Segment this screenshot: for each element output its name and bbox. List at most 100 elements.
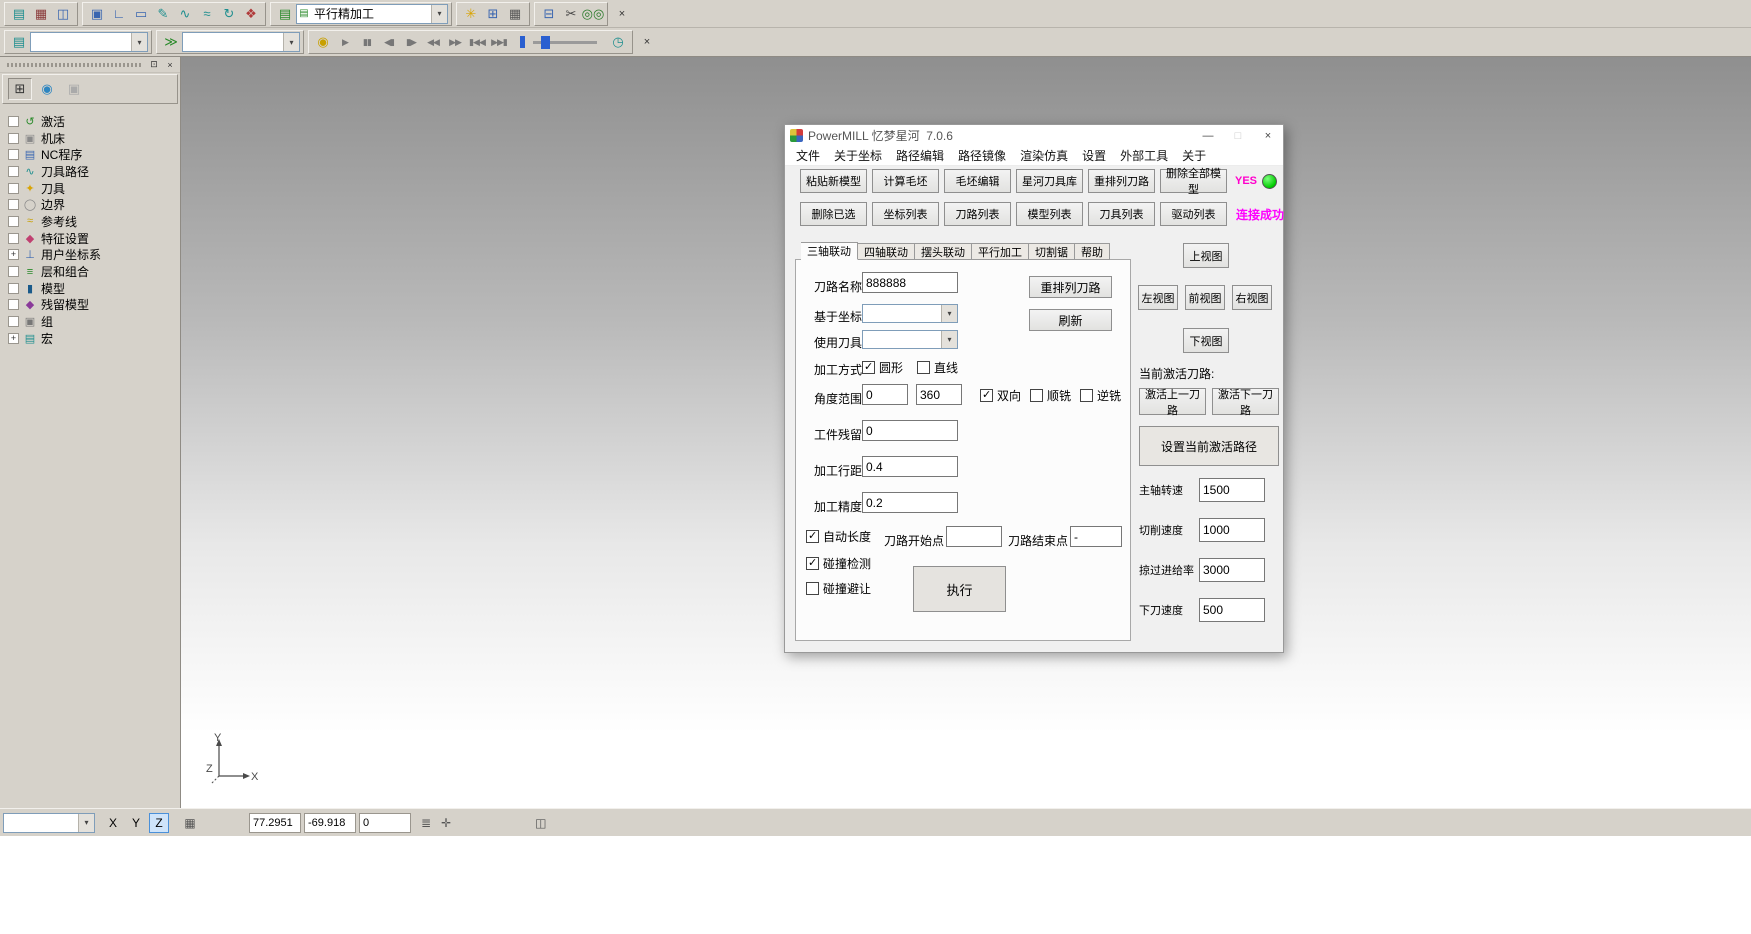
sidebar-item-macros[interactable]: + ▤ 宏 bbox=[8, 330, 180, 347]
checkbox-icon[interactable] bbox=[806, 582, 819, 595]
activate-next-toolpath-button[interactable]: 激活下一刀路 bbox=[1212, 388, 1279, 415]
mask-button[interactable]: ▣ bbox=[62, 78, 86, 100]
rewind-button[interactable]: ◀◀ bbox=[422, 32, 444, 52]
grid-icon[interactable]: ▦ bbox=[179, 816, 201, 830]
circular-mode-checkbox[interactable]: 圆形 bbox=[862, 359, 903, 376]
refresh-button[interactable]: 刷新 bbox=[1029, 309, 1112, 331]
menu-coords[interactable]: 关于坐标 bbox=[827, 146, 889, 165]
list-icon[interactable]: ≣ bbox=[421, 816, 431, 830]
chevron-down-icon[interactable]: ▾ bbox=[941, 331, 957, 348]
scissors-icon[interactable]: ✂ bbox=[560, 3, 582, 25]
execute-button[interactable]: 执行 bbox=[913, 566, 1006, 612]
strategy-combo[interactable]: ▤ 平行精加工 ▾ bbox=[296, 4, 448, 24]
coord-z-field[interactable] bbox=[359, 813, 411, 833]
go-start-button[interactable]: ▮◀◀ bbox=[466, 32, 488, 52]
tab-swivel-head[interactable]: 摆头联动 bbox=[915, 243, 972, 260]
minimize-icon[interactable]: — bbox=[1193, 125, 1223, 146]
checkbox-icon[interactable] bbox=[980, 389, 993, 402]
front-view-button[interactable]: 前视图 bbox=[1185, 285, 1225, 310]
speed-slider[interactable] bbox=[520, 36, 597, 48]
sidebar-item-stock-models[interactable]: ◆ 残留模型 bbox=[8, 297, 180, 314]
explorer-tree-button[interactable]: ⊞ bbox=[8, 78, 32, 100]
slider-handle[interactable] bbox=[541, 36, 550, 49]
bidirectional-checkbox[interactable]: 双向 bbox=[980, 387, 1021, 404]
y-axis-button[interactable]: Y bbox=[126, 813, 146, 833]
strategy-list-icon[interactable]: ▤ bbox=[274, 3, 296, 25]
compute-block-button[interactable]: 计算毛坯 bbox=[872, 169, 939, 193]
tab-help[interactable]: 帮助 bbox=[1075, 243, 1110, 260]
close-icon[interactable]: × bbox=[1253, 125, 1283, 146]
paste-new-model-button[interactable]: 粘贴新模型 bbox=[800, 169, 867, 193]
fast-forward-button[interactable]: ▶▶ bbox=[444, 32, 466, 52]
menu-external-tools[interactable]: 外部工具 bbox=[1113, 146, 1175, 165]
workplane-icon[interactable]: ∟ bbox=[108, 3, 130, 25]
status-combo[interactable]: ▾ bbox=[3, 813, 95, 833]
block-icon[interactable]: ▣ bbox=[86, 3, 108, 25]
measure-icon[interactable]: ▭ bbox=[130, 3, 152, 25]
top-view-button[interactable]: 上视图 bbox=[1183, 243, 1229, 268]
sidebar-item-machine-tools[interactable]: ▣ 机床 bbox=[8, 130, 180, 147]
checkbox-icon[interactable] bbox=[917, 361, 930, 374]
panel-icon[interactable]: ⊟ bbox=[538, 3, 560, 25]
collision-check-checkbox[interactable]: 碰撞检测 bbox=[806, 555, 871, 572]
expand-toggle-icon[interactable] bbox=[8, 233, 19, 244]
gears-icon[interactable]: ◎◎ bbox=[582, 3, 604, 25]
expand-toggle-icon[interactable] bbox=[8, 316, 19, 327]
tab-three-axis[interactable]: 三轴联动 bbox=[801, 242, 858, 260]
rotate-icon[interactable]: ↻ bbox=[218, 3, 240, 25]
checkbox-icon[interactable] bbox=[806, 557, 819, 570]
pause-button[interactable]: ▮▮ bbox=[356, 32, 378, 52]
expand-toggle-icon[interactable] bbox=[8, 283, 19, 294]
auto-length-checkbox[interactable]: 自动长度 bbox=[806, 528, 871, 545]
expand-toggle-icon[interactable] bbox=[8, 116, 19, 127]
toolpath-list-icon[interactable]: ▤ bbox=[8, 31, 30, 53]
sidebar-item-toolpaths[interactable]: ∿ 刀具路径 bbox=[8, 163, 180, 180]
coord-x-field[interactable] bbox=[249, 813, 301, 833]
step-back-button[interactable]: ◀▮ bbox=[378, 32, 400, 52]
tool-list-button[interactable]: 刀具列表 bbox=[1088, 202, 1155, 226]
palette-icon[interactable]: ❖ bbox=[240, 3, 262, 25]
reorder-toolpaths-panel-button[interactable]: 重排列刀路 bbox=[1029, 276, 1112, 298]
reorder-toolpaths-button[interactable]: 重排列刀路 bbox=[1088, 169, 1155, 193]
menu-path-mirror[interactable]: 路径镜像 bbox=[951, 146, 1013, 165]
sidebar-item-patterns[interactable]: ≈ 参考线 bbox=[8, 213, 180, 230]
chevron-down-icon[interactable]: ▾ bbox=[78, 814, 94, 832]
curve-icon[interactable]: ∿ bbox=[174, 3, 196, 25]
sidebar-item-boundaries[interactable]: ◯ 边界 bbox=[8, 196, 180, 213]
plunge-feed-input[interactable] bbox=[1199, 598, 1265, 622]
start-point-input[interactable] bbox=[946, 526, 1002, 547]
dock-icon[interactable]: ⊡ bbox=[147, 59, 161, 71]
wave-icon[interactable]: ≈ bbox=[196, 3, 218, 25]
activate-prev-toolpath-button[interactable]: 激活上一刀路 bbox=[1139, 388, 1206, 415]
tab-saw-cut[interactable]: 切割锯 bbox=[1029, 243, 1075, 260]
linear-mode-checkbox[interactable]: 直线 bbox=[917, 359, 958, 376]
drive-list-button[interactable]: 驱动列表 bbox=[1160, 202, 1227, 226]
delete-selected-button[interactable]: 删除已选 bbox=[800, 202, 867, 226]
menu-file[interactable]: 文件 bbox=[789, 146, 827, 165]
sidebar-item-levels[interactable]: ≡ 层和组合 bbox=[8, 263, 180, 280]
fan-tool-icon[interactable]: ✳ bbox=[460, 3, 482, 25]
rapid-feed-input[interactable] bbox=[1199, 558, 1265, 582]
toolpath-combo[interactable]: ▾ bbox=[30, 32, 148, 52]
page-icon[interactable]: ◫ bbox=[535, 816, 546, 830]
tool-library-button[interactable]: 星河刀具库 bbox=[1016, 169, 1083, 193]
slider-track[interactable] bbox=[533, 41, 597, 44]
sidebar-item-activate[interactable]: ↺ 激活 bbox=[8, 113, 180, 130]
expand-toggle-icon[interactable] bbox=[8, 299, 19, 310]
sidebar-item-workplanes[interactable]: + ⊥ 用户坐标系 bbox=[8, 247, 180, 264]
expand-toggle-icon[interactable]: + bbox=[8, 249, 19, 260]
simulation-tool-icon[interactable]: ≫ bbox=[160, 31, 182, 53]
chevron-down-icon[interactable]: ▾ bbox=[131, 33, 147, 51]
use-tool-select[interactable]: ▾ bbox=[862, 330, 958, 349]
based-coord-select[interactable]: ▾ bbox=[862, 304, 958, 323]
x-axis-button[interactable]: X bbox=[103, 813, 123, 833]
menu-render-sim[interactable]: 渲染仿真 bbox=[1013, 146, 1075, 165]
step-forward-button[interactable]: ▮▶ bbox=[400, 32, 422, 52]
model-list-button[interactable]: 模型列表 bbox=[1016, 202, 1083, 226]
end-point-input[interactable] bbox=[1070, 526, 1122, 547]
sidebar-item-nc-programs[interactable]: ▤ NC程序 bbox=[8, 146, 180, 163]
menu-settings[interactable]: 设置 bbox=[1075, 146, 1113, 165]
angle-to-input[interactable] bbox=[916, 384, 962, 405]
globe-button[interactable]: ◉ bbox=[35, 78, 59, 100]
z-axis-button[interactable]: Z bbox=[149, 813, 169, 833]
